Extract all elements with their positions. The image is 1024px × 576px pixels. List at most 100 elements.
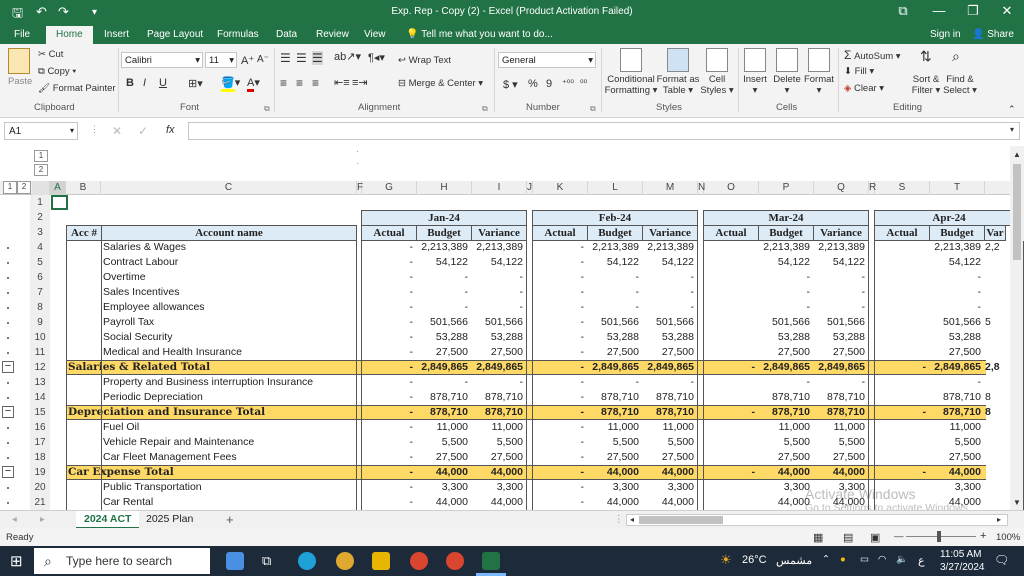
total-row-label[interactable]: Salaries & Related Total bbox=[68, 360, 356, 375]
autosum-button[interactable]: Σ AutoSum ▾ bbox=[844, 48, 901, 62]
value-cell[interactable]: 53,288 bbox=[643, 330, 698, 345]
row-header[interactable]: 1 bbox=[30, 195, 50, 210]
value-cell[interactable]: 3,300 bbox=[930, 480, 985, 495]
value-cell[interactable]: - bbox=[362, 255, 417, 270]
value-cell[interactable]: - bbox=[704, 405, 759, 420]
weather-temp[interactable]: 26°C bbox=[742, 554, 767, 566]
value-cell[interactable]: 878,710 bbox=[588, 390, 643, 405]
taskbar-search[interactable]: ⌕ Type here to search bbox=[34, 548, 210, 574]
value-cell[interactable]: - bbox=[362, 345, 417, 360]
tab-file[interactable]: File bbox=[14, 29, 30, 40]
clock-time[interactable]: 11:05 AM bbox=[940, 549, 982, 560]
value-cell[interactable]: - bbox=[533, 435, 588, 450]
row-header[interactable]: 11 bbox=[30, 345, 50, 360]
value-cell[interactable] bbox=[985, 450, 1010, 465]
page-layout-view-icon[interactable]: ▤ bbox=[843, 531, 853, 544]
row-header[interactable]: 19 bbox=[30, 465, 50, 480]
value-cell[interactable]: 53,288 bbox=[930, 330, 985, 345]
orientation-icon[interactable]: ab↗▾ bbox=[334, 50, 361, 63]
language-indicator[interactable]: ع bbox=[918, 554, 925, 567]
value-cell[interactable]: - bbox=[533, 375, 588, 390]
col-header-l[interactable]: L bbox=[588, 181, 643, 195]
row-header[interactable]: 21 bbox=[30, 495, 50, 510]
value-cell[interactable] bbox=[704, 255, 759, 270]
value-cell[interactable]: - bbox=[362, 300, 417, 315]
vertical-scroll-thumb[interactable] bbox=[1013, 164, 1021, 260]
collapse-group-icon[interactable]: − bbox=[2, 466, 14, 478]
value-cell[interactable] bbox=[704, 450, 759, 465]
value-cell[interactable] bbox=[985, 465, 1010, 480]
value-cell[interactable]: 44,000 bbox=[472, 495, 527, 510]
value-cell[interactable]: 44,000 bbox=[814, 465, 869, 480]
value-cell[interactable]: - bbox=[362, 390, 417, 405]
row-header[interactable]: 9 bbox=[30, 315, 50, 330]
value-cell[interactable]: 878,710 bbox=[930, 390, 985, 405]
network-icon[interactable]: ▭ bbox=[860, 554, 869, 565]
tab-review[interactable]: Review bbox=[316, 29, 349, 40]
value-cell[interactable]: 27,500 bbox=[643, 450, 698, 465]
row-header[interactable]: 17 bbox=[30, 435, 50, 450]
align-middle-icon[interactable]: ☰ bbox=[296, 51, 307, 65]
value-cell[interactable] bbox=[704, 420, 759, 435]
ribbon-display-icon[interactable]: ⧉ bbox=[888, 3, 918, 19]
value-cell[interactable]: 2,2 bbox=[985, 240, 1010, 255]
value-cell[interactable]: 2,849,865 bbox=[930, 360, 985, 375]
format-painter-button[interactable]: 🖌 Format Painter bbox=[38, 83, 116, 94]
comma-button[interactable]: 9 bbox=[546, 78, 552, 90]
account-name-cell[interactable]: Fuel Oil bbox=[103, 420, 356, 435]
value-cell[interactable]: 53,288 bbox=[814, 330, 869, 345]
value-cell[interactable]: 27,500 bbox=[588, 450, 643, 465]
value-cell[interactable]: 27,500 bbox=[759, 450, 814, 465]
horizontal-scrollbar[interactable]: ◂ ▸ bbox=[626, 514, 1008, 526]
value-cell[interactable]: - bbox=[643, 300, 698, 315]
value-cell[interactable]: 44,000 bbox=[759, 495, 814, 510]
value-cell[interactable]: - bbox=[533, 450, 588, 465]
value-cell[interactable]: 878,710 bbox=[643, 390, 698, 405]
value-cell[interactable]: - bbox=[588, 285, 643, 300]
col-header-o[interactable]: O bbox=[704, 181, 759, 195]
underline-button[interactable]: U bbox=[159, 77, 167, 89]
font-color-icon[interactable]: A▾ bbox=[247, 76, 260, 92]
value-cell[interactable]: - bbox=[533, 315, 588, 330]
conditional-formatting-button[interactable]: Conditional Formatting ▾ bbox=[603, 74, 659, 96]
account-name-cell[interactable]: Salaries & Wages bbox=[103, 240, 356, 255]
value-cell[interactable] bbox=[704, 435, 759, 450]
chrome-profile-icon[interactable] bbox=[410, 552, 428, 570]
value-cell[interactable]: - bbox=[362, 480, 417, 495]
account-name-cell[interactable]: Contract Labour bbox=[103, 255, 356, 270]
value-cell[interactable]: 2,213,389 bbox=[814, 240, 869, 255]
value-cell[interactable] bbox=[875, 315, 930, 330]
value-cell[interactable]: - bbox=[533, 255, 588, 270]
collapse-group-icon[interactable]: − bbox=[2, 361, 14, 373]
tab-formulas[interactable]: Formulas bbox=[217, 29, 259, 40]
increase-indent-icon[interactable]: ≡⇥ bbox=[352, 76, 368, 89]
row-header[interactable]: 15 bbox=[30, 405, 50, 420]
value-cell[interactable]: - bbox=[533, 420, 588, 435]
clear-button[interactable]: ◈ Clear ▾ bbox=[844, 83, 884, 94]
value-cell[interactable]: 878,710 bbox=[472, 405, 527, 420]
value-cell[interactable]: 878,710 bbox=[759, 405, 814, 420]
row-header[interactable]: 6 bbox=[30, 270, 50, 285]
col-header-g[interactable]: G bbox=[362, 181, 417, 195]
value-cell[interactable]: 27,500 bbox=[588, 345, 643, 360]
value-cell[interactable]: - bbox=[643, 270, 698, 285]
value-cell[interactable]: 11,000 bbox=[417, 420, 472, 435]
tray-chevron-icon[interactable]: ⌃ bbox=[822, 554, 830, 565]
row-header[interactable]: 8 bbox=[30, 300, 50, 315]
value-cell[interactable]: - bbox=[533, 465, 588, 480]
value-cell[interactable]: 501,566 bbox=[588, 315, 643, 330]
value-cell[interactable]: 44,000 bbox=[417, 465, 472, 480]
account-name-cell[interactable]: Car Rental bbox=[103, 495, 356, 510]
value-cell[interactable]: - bbox=[533, 300, 588, 315]
col-header-c[interactable]: C bbox=[101, 181, 357, 195]
rtl-icon[interactable]: ¶◂▾ bbox=[368, 51, 385, 64]
tab-insert[interactable]: Insert bbox=[104, 29, 129, 40]
percent-button[interactable]: % bbox=[528, 78, 538, 90]
find-select-button[interactable]: Find & Select ▾ bbox=[940, 74, 980, 96]
value-cell[interactable]: 11,000 bbox=[643, 420, 698, 435]
clock-date[interactable]: 3/27/2024 bbox=[940, 562, 985, 573]
value-cell[interactable] bbox=[875, 285, 930, 300]
vertical-scrollbar[interactable]: ▲ ▼ bbox=[1010, 146, 1024, 510]
value-cell[interactable]: 44,000 bbox=[643, 495, 698, 510]
edge-icon[interactable] bbox=[298, 552, 316, 570]
